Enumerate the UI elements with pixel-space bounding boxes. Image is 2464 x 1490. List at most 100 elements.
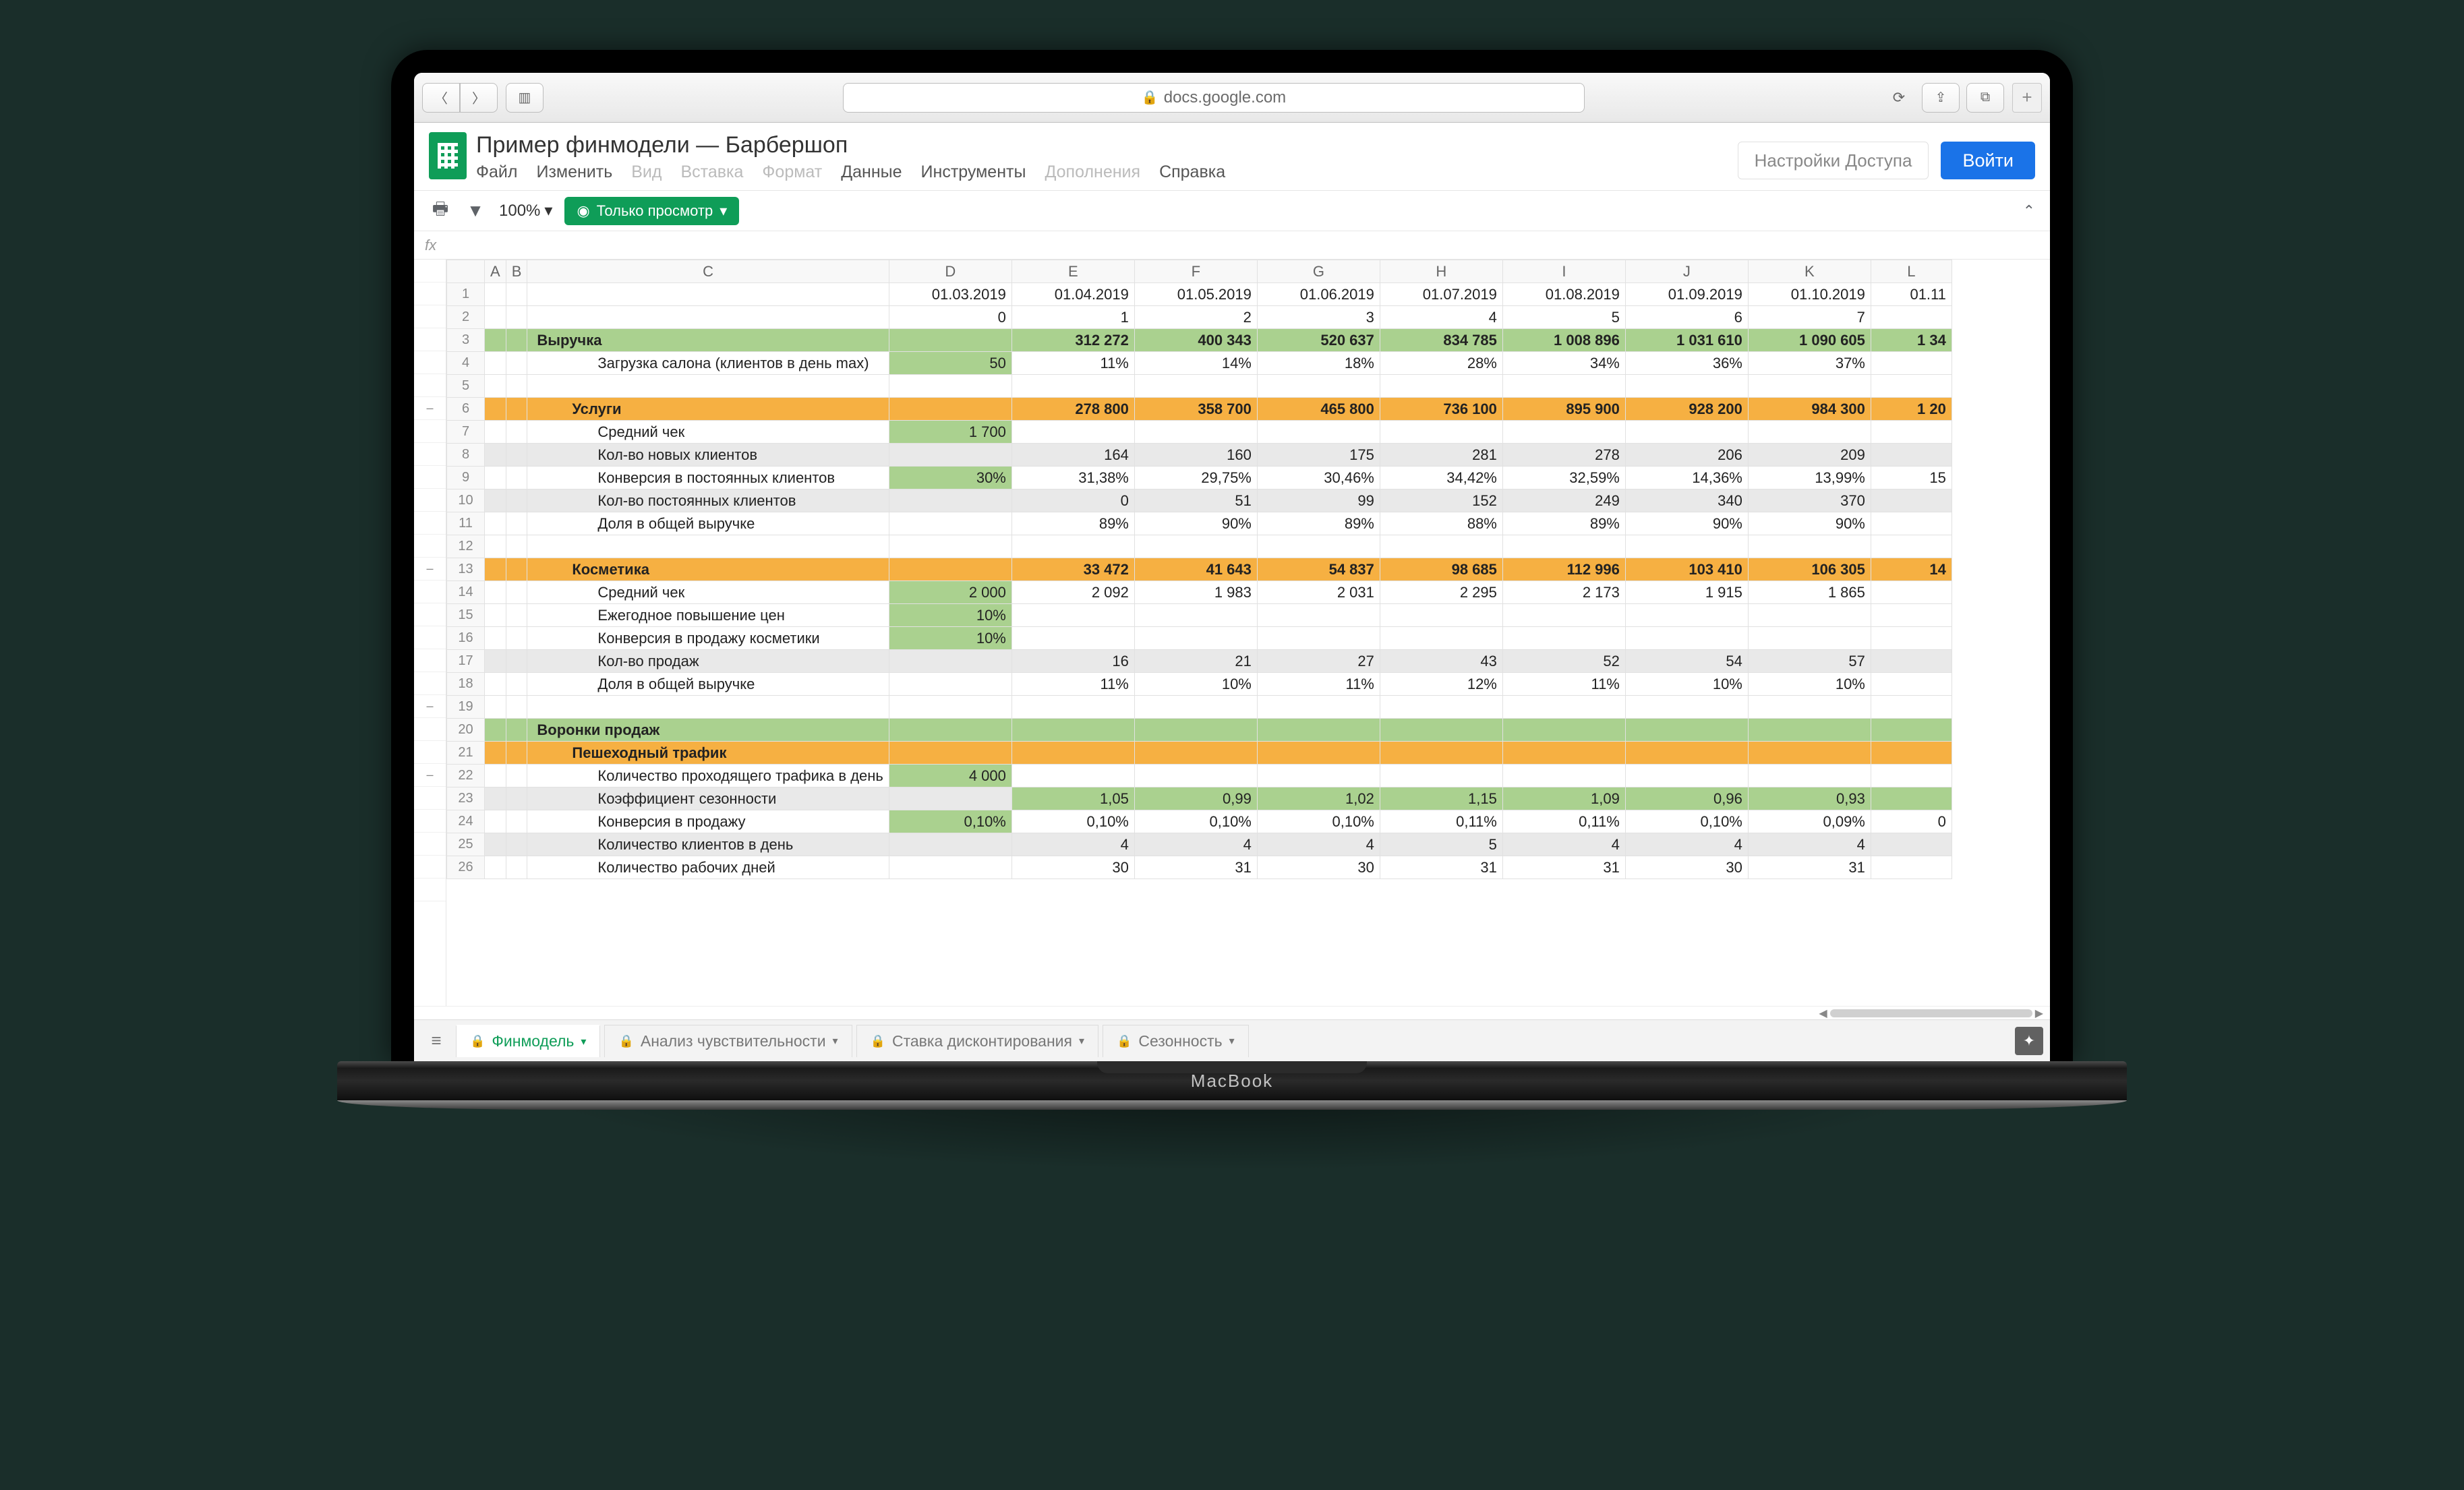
cell[interactable]: 0,93	[1748, 787, 1871, 810]
cell[interactable]: 1 090 605	[1748, 329, 1871, 352]
cell[interactable]: 52	[1502, 650, 1625, 673]
cell[interactable]: 18%	[1257, 352, 1380, 375]
cell[interactable]	[1257, 421, 1380, 444]
cell[interactable]: 01.10.2019	[1748, 283, 1871, 306]
row-header[interactable]: 10	[447, 489, 485, 512]
cell[interactable]: 4	[1380, 306, 1502, 329]
cell[interactable]	[1380, 719, 1502, 742]
row-label[interactable]: Конверсия в продажу	[527, 810, 889, 833]
cell[interactable]: 7	[1748, 306, 1871, 329]
cell[interactable]: 43	[1380, 650, 1502, 673]
cell[interactable]: 41 643	[1134, 558, 1257, 581]
cell[interactable]: 2 000	[889, 581, 1011, 604]
cell[interactable]: 11%	[1257, 673, 1380, 696]
cell[interactable]	[1011, 627, 1134, 650]
menu-формат[interactable]: Формат	[762, 162, 822, 182]
row-label[interactable]: Косметика	[527, 558, 889, 581]
cell[interactable]: 12%	[1380, 673, 1502, 696]
cell[interactable]: 206	[1625, 444, 1748, 467]
cell[interactable]: 01.05.2019	[1134, 283, 1257, 306]
cell[interactable]	[1748, 765, 1871, 787]
col-header[interactable]: F	[1134, 260, 1257, 283]
filter-icon[interactable]: ▼	[464, 200, 487, 222]
menu-файл[interactable]: Файл	[476, 162, 517, 182]
cell[interactable]	[889, 512, 1011, 535]
cell[interactable]: 1 865	[1748, 581, 1871, 604]
cell[interactable]: 10%	[889, 604, 1011, 627]
cell[interactable]: 0,11%	[1380, 810, 1502, 833]
cell[interactable]: 11%	[1502, 673, 1625, 696]
cell[interactable]	[1625, 765, 1748, 787]
cell[interactable]: 30	[1011, 856, 1134, 879]
login-button[interactable]: Войти	[1941, 142, 2035, 179]
cell[interactable]	[1625, 719, 1748, 742]
row-header[interactable]: 1	[447, 283, 485, 306]
cell[interactable]: 14,36%	[1625, 467, 1748, 489]
cell[interactable]: 340	[1625, 489, 1748, 512]
cell[interactable]: 984 300	[1748, 398, 1871, 421]
row-header[interactable]: 17	[447, 650, 485, 673]
cell[interactable]: 88%	[1380, 512, 1502, 535]
cell[interactable]: 736 100	[1380, 398, 1502, 421]
cell[interactable]: 0,10%	[889, 810, 1011, 833]
row-header[interactable]: 9	[447, 467, 485, 489]
cell[interactable]	[889, 650, 1011, 673]
row-label[interactable]: Средний чек	[527, 421, 889, 444]
cell[interactable]: 2 092	[1011, 581, 1134, 604]
row-header[interactable]: 19	[447, 696, 485, 719]
cell[interactable]: 0	[889, 306, 1011, 329]
row-header[interactable]: 5	[447, 375, 485, 398]
cell[interactable]: 164	[1011, 444, 1134, 467]
row-header[interactable]: 12	[447, 535, 485, 558]
cell[interactable]: 0	[1871, 810, 1952, 833]
cell[interactable]: 01.07.2019	[1380, 283, 1502, 306]
row-label[interactable]: Доля в общей выручке	[527, 673, 889, 696]
row-label[interactable]: Средний чек	[527, 581, 889, 604]
cell[interactable]	[1502, 421, 1625, 444]
cell[interactable]: 1,09	[1502, 787, 1625, 810]
cell[interactable]	[1625, 421, 1748, 444]
row-label[interactable]: Количество проходящего трафика в день	[527, 765, 889, 787]
row-header[interactable]: 15	[447, 604, 485, 627]
cell[interactable]	[1748, 627, 1871, 650]
cell[interactable]	[1748, 742, 1871, 765]
cell[interactable]: 01.04.2019	[1011, 283, 1134, 306]
cell[interactable]: 400 343	[1134, 329, 1257, 352]
row-label[interactable]: Количество рабочих дней	[527, 856, 889, 879]
cell[interactable]	[1502, 627, 1625, 650]
col-header[interactable]: H	[1380, 260, 1502, 283]
cell[interactable]	[1871, 306, 1952, 329]
sheet-tab[interactable]: 🔒Сезонность▾	[1103, 1025, 1249, 1057]
cell[interactable]: 30,46%	[1257, 467, 1380, 489]
row-header[interactable]: 3	[447, 329, 485, 352]
cell[interactable]: 312 272	[1011, 329, 1134, 352]
tabs-button[interactable]: ⧉	[1966, 83, 2004, 113]
cell[interactable]: 103 410	[1625, 558, 1748, 581]
cell[interactable]: 0,09%	[1748, 810, 1871, 833]
row-header[interactable]: 22	[447, 765, 485, 787]
cell[interactable]	[1380, 604, 1502, 627]
cell[interactable]: 1	[1011, 306, 1134, 329]
cell[interactable]	[889, 329, 1011, 352]
cell[interactable]: 90%	[1134, 512, 1257, 535]
cell[interactable]	[1257, 719, 1380, 742]
print-icon[interactable]: 🖶	[429, 200, 452, 222]
cell[interactable]	[1134, 604, 1257, 627]
cell[interactable]	[1502, 604, 1625, 627]
cell[interactable]: 928 200	[1625, 398, 1748, 421]
cell[interactable]: 30%	[889, 467, 1011, 489]
cell[interactable]: 11%	[1011, 352, 1134, 375]
cell[interactable]	[1134, 765, 1257, 787]
cell[interactable]: 31,38%	[1011, 467, 1134, 489]
row-label[interactable]: Воронки продаж	[527, 719, 889, 742]
cell[interactable]	[889, 558, 1011, 581]
cell[interactable]: 21	[1134, 650, 1257, 673]
new-tab-button[interactable]: +	[2012, 83, 2042, 113]
row-header[interactable]: 14	[447, 581, 485, 604]
menu-данные[interactable]: Данные	[841, 162, 902, 182]
row-label[interactable]	[527, 375, 889, 398]
cell[interactable]: 2	[1134, 306, 1257, 329]
reload-button[interactable]: ⟳	[1884, 83, 1914, 113]
row-header[interactable]: 8	[447, 444, 485, 467]
cell[interactable]: 89%	[1502, 512, 1625, 535]
